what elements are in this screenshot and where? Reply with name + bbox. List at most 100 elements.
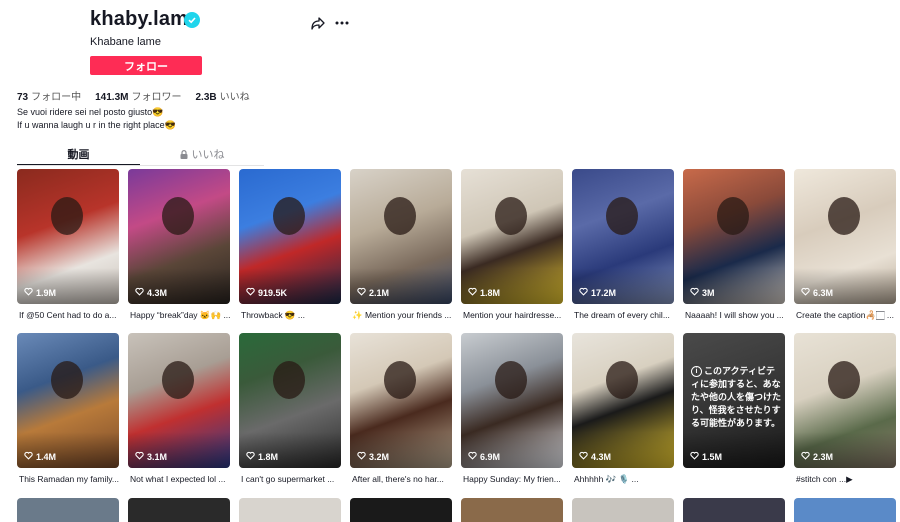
likes-stat: 2.3B いいね [195,88,249,103]
follow-button[interactable]: フォロー [90,56,202,75]
video-caption[interactable]: #stitch con ...▶ [796,474,898,485]
video-thumbnail[interactable] [350,498,452,522]
view-count-value: 3.1M [147,451,168,462]
video-thumbnail[interactable] [128,498,230,522]
video-caption[interactable]: Throwback 😎 ... [241,310,343,321]
view-count: 6.3M [801,287,833,298]
video-thumbnail[interactable] [461,498,563,522]
view-count: 1.4M [24,451,56,462]
verified-badge-icon [184,12,200,28]
video-thumbnail[interactable]: 3M [683,169,785,304]
heart-outline-icon [246,451,255,462]
video-thumbnail[interactable]: 1.9M [17,169,119,304]
video-thumbnail[interactable] [683,498,785,522]
heart-outline-icon [579,451,588,462]
view-count-value: 1.5M [702,451,723,462]
heart-outline-icon [246,287,255,298]
video-thumbnail[interactable]: 2.1M [350,169,452,304]
view-count-value: 1.8M [258,451,279,462]
following-count: 73 [17,92,29,103]
bio-line: Se vuoi ridere sei nel posto giusto😎 [17,107,164,117]
cover-figure [162,361,194,399]
video-caption[interactable]: Naaaah! I will show you ... [685,310,787,320]
video-caption[interactable]: Happy Sunday: My frien... [463,474,565,484]
cover-shade [461,432,563,468]
video-caption[interactable]: This Ramadan my family... [19,474,121,484]
video-caption[interactable]: I can't go supermarket ... [241,474,343,484]
heart-outline-icon [24,287,33,298]
video-thumbnail[interactable]: 1.8M [239,333,341,468]
cover-shade [572,432,674,468]
profile-nickname: Khabane lame [90,36,161,48]
following-stat[interactable]: 73 フォロー中 [17,88,81,103]
video-caption[interactable]: Mention your hairdresse... [463,310,565,320]
heart-outline-icon [468,287,477,298]
video-thumbnail[interactable]: 1.4M [17,333,119,468]
heart-outline-icon [690,451,699,462]
video-caption[interactable]: ✨ Mention your friends ... [352,310,454,321]
video-thumbnail[interactable]: 6.3M [794,169,896,304]
cover-shade [794,268,896,304]
video-thumbnail[interactable]: 2.3M [794,333,896,468]
bio-line: If u wanna laugh u r in the right place😎 [17,120,176,130]
cover-figure [273,197,305,235]
cover-shade [350,432,452,468]
cover-figure [384,197,416,235]
heart-outline-icon [357,287,366,298]
video-thumbnail[interactable]: 6.9M [461,333,563,468]
view-count: 6.9M [468,451,500,462]
view-count: 919.5K [246,287,287,298]
video-thumbnail[interactable] [794,498,896,522]
view-count: 1.9M [24,287,56,298]
video-thumbnail[interactable]: 17.2M [572,169,674,304]
view-count-value: 3.2M [369,451,390,462]
view-count-value: 6.3M [813,287,834,298]
video-thumbnail[interactable]: 1.8M [461,169,563,304]
video-thumbnail[interactable]: 3.1M [128,333,230,468]
cover-shade [572,268,674,304]
video-thumbnail[interactable]: 3.2M [350,333,452,468]
safety-warning-message: このアクティビティに参加すると、あなたや他の人を傷つけたり、怪我をさせたりする可… [691,366,782,428]
heart-outline-icon [801,287,810,298]
followers-stat[interactable]: 141.3M フォロワー [95,88,181,103]
view-count: 4.3M [135,287,167,298]
followers-count: 141.3M [95,92,129,103]
more-icon[interactable] [334,15,350,31]
view-count-value: 2.3M [813,451,834,462]
tab-divider [17,165,264,166]
view-count: 17.2M [579,287,616,298]
heart-outline-icon [135,451,144,462]
tab-videos[interactable]: 動画 [17,146,140,166]
view-count: 1.8M [468,287,500,298]
video-thumbnail[interactable] [17,498,119,522]
video-caption[interactable]: Create the caption🦂🏻 ... [796,310,898,321]
heart-outline-icon [468,451,477,462]
likes-count: 2.3B [195,92,217,103]
video-caption[interactable]: Ahhhhh 🎶 🎙️ ... [574,474,676,485]
video-thumbnail[interactable]: 919.5K [239,169,341,304]
video-thumbnail[interactable]: i このアクティビティに参加すると、あなたや他の人を傷つけたり、怪我をさせたりする… [683,333,785,468]
video-caption[interactable]: After all, there's no har... [352,474,454,484]
share-icon[interactable] [310,15,326,31]
video-thumbnail[interactable]: 4.3M [572,333,674,468]
video-thumbnail[interactable] [239,498,341,522]
cover-figure [495,361,527,399]
heart-outline-icon [579,287,588,298]
video-thumbnail[interactable]: 4.3M [128,169,230,304]
video-caption[interactable]: Happy “break”day 🐱🙌 ... [130,310,232,321]
tab-liked[interactable]: いいね [140,146,264,164]
lock-icon [180,150,188,162]
cover-shade [794,432,896,468]
cover-figure [51,197,83,235]
video-thumbnail[interactable] [572,498,674,522]
view-count: 3.1M [135,451,167,462]
view-count-value: 6.9M [480,451,501,462]
profile-stats: 73 フォロー中 141.3M フォロワー 2.3B いいね [17,88,250,103]
view-count: 2.1M [357,287,389,298]
heart-outline-icon [690,287,699,298]
heart-outline-icon [357,451,366,462]
video-caption[interactable]: If @50 Cent had to do a... [19,310,121,320]
video-caption[interactable]: Not what I expected lol ... [130,474,232,484]
video-caption[interactable]: The dream of every chil... [574,310,676,320]
cover-figure [606,197,638,235]
